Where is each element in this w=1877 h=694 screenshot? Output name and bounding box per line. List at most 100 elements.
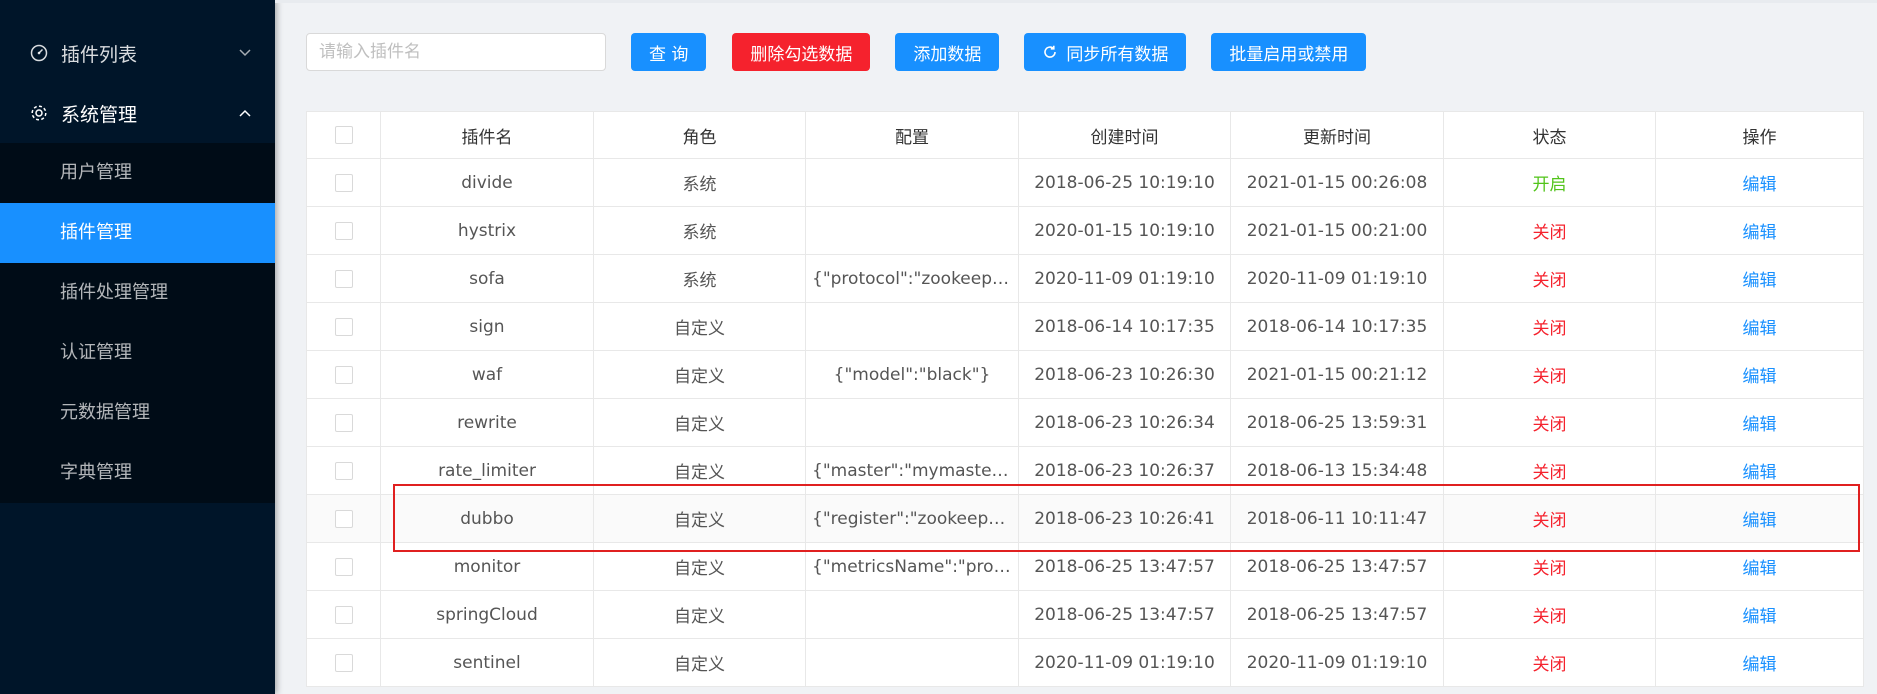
status-cell: 开启 bbox=[1443, 158, 1656, 207]
row-checkbox[interactable] bbox=[334, 605, 353, 624]
row-checkbox[interactable] bbox=[334, 461, 353, 480]
row-select-cell bbox=[306, 350, 381, 399]
plugin-name-cell: sign bbox=[380, 302, 594, 351]
action-cell[interactable]: 编辑 bbox=[1655, 446, 1864, 495]
row-checkbox[interactable] bbox=[334, 509, 353, 528]
table-row: hystrix 系统 2020-01-15 10:19:10 2021-01-15 0… bbox=[306, 206, 1864, 255]
sidebar-item-plugins[interactable]: 插件管理 bbox=[0, 203, 275, 263]
sync-icon bbox=[1042, 44, 1058, 60]
sync-all-button[interactable]: 同步所有数据 bbox=[1024, 33, 1187, 71]
batch-toggle-button[interactable]: 批量启用或禁用 bbox=[1211, 33, 1367, 71]
menu-group-system[interactable]: 系统管理 bbox=[0, 83, 275, 143]
updated-time-cell: 2020-11-09 01:19:10 bbox=[1230, 638, 1444, 687]
status-cell: 关闭 bbox=[1443, 638, 1656, 687]
table-row: monitor 自定义 {"metricsName":"prom… 2018-06-2… bbox=[306, 542, 1864, 591]
updated-time-cell: 2021-01-15 00:21:12 bbox=[1230, 350, 1444, 399]
row-checkbox[interactable] bbox=[334, 557, 353, 576]
row-select-cell bbox=[306, 494, 381, 543]
action-cell[interactable]: 编辑 bbox=[1655, 206, 1864, 255]
table-row: divide 系统 2018-06-25 10:19:10 2021-01-15 00… bbox=[306, 158, 1864, 207]
row-select-cell bbox=[306, 590, 381, 639]
toolbar: 查 询 删除勾选数据 添加数据 同步所有数据 批量启用或禁用 bbox=[306, 33, 1367, 71]
action-cell[interactable]: 编辑 bbox=[1655, 350, 1864, 399]
table-header-row: 插件名 角色 配置 创建时间 更新时间 状态 操作 bbox=[306, 111, 1864, 159]
action-cell[interactable]: 编辑 bbox=[1655, 302, 1864, 351]
role-cell: 系统 bbox=[593, 254, 806, 303]
updated-time-cell: 2020-11-09 01:19:10 bbox=[1230, 254, 1444, 303]
row-select-cell bbox=[306, 398, 381, 447]
created-time-cell: 2018-06-23 10:26:37 bbox=[1018, 446, 1231, 495]
config-cell: {"master":"mymaster","… bbox=[805, 446, 1019, 495]
plugin-name-cell: waf bbox=[380, 350, 594, 399]
action-cell[interactable]: 编辑 bbox=[1655, 590, 1864, 639]
sidebar-item-metadata[interactable]: 元数据管理 bbox=[0, 383, 275, 443]
created-time-cell: 2018-06-25 13:47:57 bbox=[1018, 542, 1231, 591]
row-select-cell bbox=[306, 542, 381, 591]
add-data-button[interactable]: 添加数据 bbox=[895, 33, 1000, 71]
row-checkbox[interactable] bbox=[334, 221, 353, 240]
created-time-cell: 2020-01-15 10:19:10 bbox=[1018, 206, 1231, 255]
action-cell[interactable]: 编辑 bbox=[1655, 158, 1864, 207]
menu-group-plugin-list[interactable]: 插件列表 bbox=[0, 23, 275, 83]
table-row: springCloud 自定义 2018-06-25 13:47:57 2018-06… bbox=[306, 590, 1864, 639]
config-cell bbox=[805, 206, 1019, 255]
query-button[interactable]: 查 询 bbox=[631, 33, 707, 71]
column-header: 操作 bbox=[1655, 111, 1864, 159]
updated-time-cell: 2018-06-11 10:11:47 bbox=[1230, 494, 1444, 543]
config-cell bbox=[805, 302, 1019, 351]
action-cell[interactable]: 编辑 bbox=[1655, 638, 1864, 687]
created-time-cell: 2018-06-14 10:17:35 bbox=[1018, 302, 1231, 351]
table-row: sofa 系统 {"protocol":"zookeeper… 2020-11-09 … bbox=[306, 254, 1864, 303]
row-checkbox[interactable] bbox=[334, 173, 353, 192]
status-cell: 关闭 bbox=[1443, 494, 1656, 543]
sidebar: 插件列表 系统管理 用户管理 插件管理 插件处理管理 认证管理 元数据管理 字典… bbox=[0, 0, 275, 694]
main-content: 查 询 删除勾选数据 添加数据 同步所有数据 批量启用或禁用 插件名 角色 配置 bbox=[275, 0, 1877, 694]
gear-icon bbox=[29, 103, 49, 123]
column-header: 配置 bbox=[805, 111, 1019, 159]
column-header: 更新时间 bbox=[1230, 111, 1444, 159]
row-select-cell bbox=[306, 302, 381, 351]
delete-selected-button[interactable]: 删除勾选数据 bbox=[732, 33, 871, 71]
role-cell: 自定义 bbox=[593, 446, 806, 495]
sidebar-item-plugin-handle[interactable]: 插件处理管理 bbox=[0, 263, 275, 323]
row-checkbox[interactable] bbox=[334, 317, 353, 336]
sidebar-item-users[interactable]: 用户管理 bbox=[0, 143, 275, 203]
role-cell: 自定义 bbox=[593, 302, 806, 351]
status-cell: 关闭 bbox=[1443, 398, 1656, 447]
action-cell[interactable]: 编辑 bbox=[1655, 542, 1864, 591]
action-cell[interactable]: 编辑 bbox=[1655, 494, 1864, 543]
created-time-cell: 2018-06-23 10:26:34 bbox=[1018, 398, 1231, 447]
config-cell bbox=[805, 638, 1019, 687]
role-cell: 自定义 bbox=[593, 494, 806, 543]
row-checkbox[interactable] bbox=[334, 269, 353, 288]
sidebar-item-auth[interactable]: 认证管理 bbox=[0, 323, 275, 383]
select-all-checkbox[interactable] bbox=[334, 126, 353, 144]
row-checkbox[interactable] bbox=[334, 413, 353, 432]
dashboard-icon bbox=[29, 43, 49, 63]
search-input[interactable] bbox=[306, 33, 606, 71]
config-cell: {"register":"zookeeper:… bbox=[805, 494, 1019, 543]
role-cell: 自定义 bbox=[593, 398, 806, 447]
table-row: dubbo 自定义 {"register":"zookeeper:… 2018-06-… bbox=[306, 494, 1864, 543]
action-cell[interactable]: 编辑 bbox=[1655, 254, 1864, 303]
row-select-cell bbox=[306, 638, 381, 687]
sidebar-item-dictionary[interactable]: 字典管理 bbox=[0, 443, 275, 503]
action-cell[interactable]: 编辑 bbox=[1655, 398, 1864, 447]
column-header: 创建时间 bbox=[1018, 111, 1231, 159]
menu-group-label: 插件列表 bbox=[61, 43, 138, 66]
plugin-name-cell: dubbo bbox=[380, 494, 594, 543]
row-checkbox[interactable] bbox=[334, 653, 353, 672]
top-divider bbox=[275, 0, 1877, 3]
created-time-cell: 2020-11-09 01:19:10 bbox=[1018, 638, 1231, 687]
plugin-name-cell: springCloud bbox=[380, 590, 594, 639]
role-cell: 自定义 bbox=[593, 590, 806, 639]
status-cell: 关闭 bbox=[1443, 590, 1656, 639]
chevron-up-icon bbox=[239, 107, 251, 119]
row-checkbox[interactable] bbox=[334, 365, 353, 384]
plugin-name-cell: hystrix bbox=[380, 206, 594, 255]
row-select-cell bbox=[306, 158, 381, 207]
plugin-name-cell: rewrite bbox=[380, 398, 594, 447]
plugin-name-cell: sentinel bbox=[380, 638, 594, 687]
column-header: 插件名 bbox=[380, 111, 594, 159]
status-cell: 关闭 bbox=[1443, 254, 1656, 303]
